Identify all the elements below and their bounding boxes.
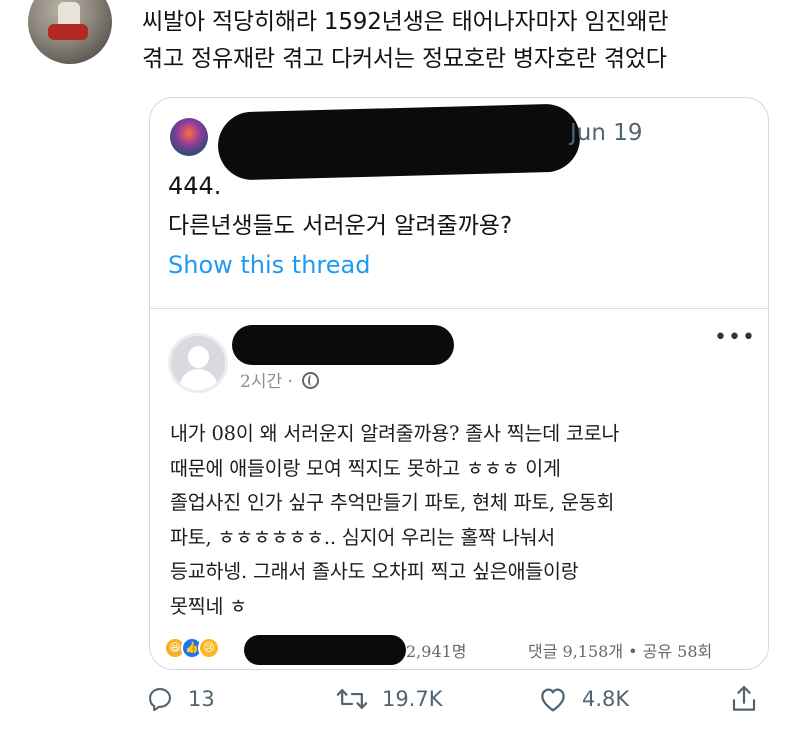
post-body-line: 때문에 애들이랑 모여 찍지도 못하고 ㅎㅎㅎ 이게 xyxy=(170,456,561,480)
author-avatar[interactable] xyxy=(28,0,112,64)
post-body-line: 내가 08이 왜 서러운지 알려줄까용? 졸사 찍는데 코로나 xyxy=(170,422,620,445)
post-body-line: 등교하넹. 그래서 졸사도 오차피 찍고 싶은애들이랑 xyxy=(170,560,579,583)
quoted-tweet-date: Jun 19 xyxy=(570,120,643,146)
quoted-tweet-card[interactable]: Jun 19 444. 다른년생들도 서러운거 알려줄까용? Show this… xyxy=(149,97,769,670)
reply-count: 13 xyxy=(188,687,215,711)
post-time: 2시간 xyxy=(240,372,283,392)
share-icon xyxy=(732,686,756,711)
facebook-post-image: ••• 2시간 · 내가 08이 왜 서러운지 알려줄까용? 졸사 찍는데 코로… xyxy=(150,308,768,669)
redacted-reactors xyxy=(244,635,406,665)
like-button[interactable]: 4.8K xyxy=(538,676,629,722)
quoted-author-avatar xyxy=(170,118,208,156)
post-meta: 2시간 · xyxy=(240,367,320,392)
retweet-count: 19.7K xyxy=(382,687,443,711)
post-body-line: 졸업사진 인가 싶구 추억만들기 파토, 현체 파토, 운동회 xyxy=(170,491,615,514)
tweet-text-line: 씨발아 적당히해라 1592년생은 태어나자마자 임진왜란 xyxy=(142,9,669,35)
post-body-line: 못찍네 ㅎ xyxy=(170,594,247,618)
reply-button[interactable]: 13 xyxy=(146,676,215,722)
meta-separator: · xyxy=(287,372,293,392)
sad-reaction-icon: 😢 xyxy=(198,637,220,659)
post-body-line: 파토, ㅎㅎㅎㅎㅎㅎ.. 심지어 우리는 홀짝 나눠서 xyxy=(170,525,556,549)
comments-shares-count: 댓글 9,158개 • 공유 58회 xyxy=(528,642,713,661)
tweet-text: 씨발아 적당히해라 1592년생은 태어나자마자 임진왜란 겪고 정유재란 겪고… xyxy=(142,4,782,78)
redacted-poster-name xyxy=(232,325,454,365)
retweet-button[interactable]: 19.7K xyxy=(336,676,443,722)
globe-icon xyxy=(302,372,320,389)
default-profile-avatar xyxy=(168,333,228,393)
tweet-action-bar: 13 19.7K 4.8K xyxy=(0,676,800,726)
avatar-body-shape xyxy=(179,369,218,390)
post-body: 내가 08이 왜 서러운지 알려줄까용? 졸사 찍는데 코로나 때문에 애들이랑… xyxy=(170,417,760,624)
post-footer: 😆 👍 😢 2,941명 댓글 9,158개 • 공유 58회 xyxy=(150,631,768,665)
redacted-author-name xyxy=(217,103,581,181)
tweet-text-line: 겪고 정유재란 겪고 다커서는 정묘호란 병자호란 겪었다 xyxy=(142,46,667,72)
heart-icon xyxy=(541,688,565,712)
show-thread-link[interactable]: Show this thread xyxy=(168,251,370,279)
like-count: 4.8K xyxy=(582,687,630,711)
quoted-tweet-text-line: 다른년생들도 서러운거 알려줄까용? xyxy=(168,213,513,239)
avatar-scooter xyxy=(48,24,88,40)
share-button[interactable] xyxy=(730,676,758,722)
quoted-tweet-text-line: 444. xyxy=(168,172,222,200)
retweet-icon xyxy=(336,689,368,709)
avatar-head-shape xyxy=(188,346,209,368)
more-options-icon: ••• xyxy=(714,325,756,350)
reaction-count: 2,941명 xyxy=(406,642,467,661)
reply-icon xyxy=(149,688,171,712)
